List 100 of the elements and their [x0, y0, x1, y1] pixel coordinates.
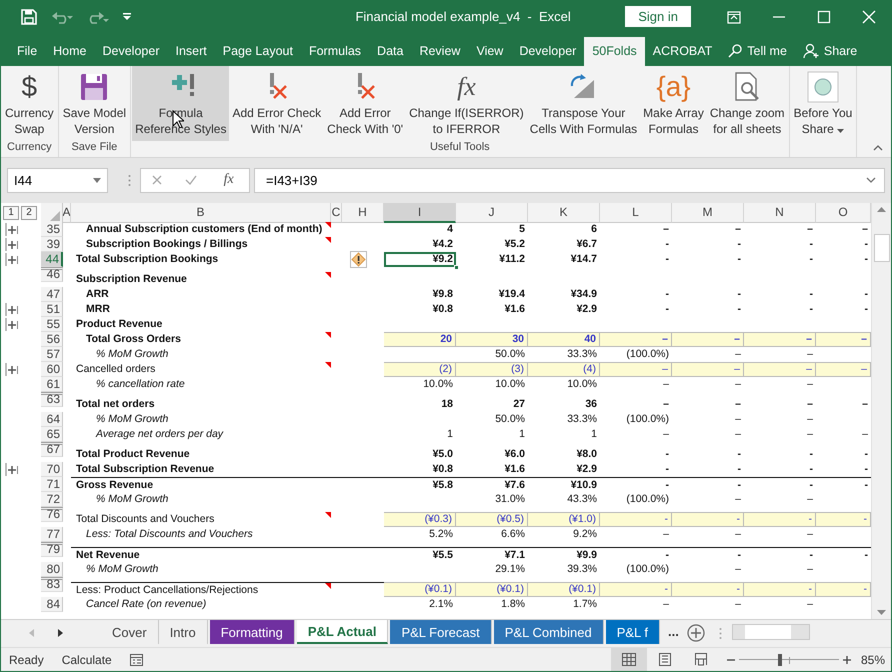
menu-tab[interactable]: 50Folds	[584, 36, 645, 66]
column-header[interactable]: K	[528, 202, 600, 223]
row-number[interactable]: 64	[41, 412, 63, 427]
expand-plus-icon[interactable]	[5, 318, 18, 331]
sheet-tab[interactable]: P&L Actual	[296, 620, 388, 644]
column-header[interactable]: H	[342, 202, 384, 223]
expand-plus-icon[interactable]	[5, 252, 18, 266]
expand-plus-icon[interactable]	[5, 302, 18, 316]
column-header[interactable]: N	[744, 202, 816, 223]
expand-plus-icon[interactable]	[5, 222, 18, 236]
ribbon-display-icon[interactable]	[726, 10, 740, 24]
name-box[interactable]: I44	[7, 168, 108, 193]
column-header[interactable]: O	[816, 202, 871, 223]
ribbon-button[interactable]: Add Error Check With '0'	[324, 66, 406, 141]
insert-function-button[interactable]: fx	[220, 172, 238, 188]
share-button[interactable]: Share	[794, 36, 866, 66]
macro-record-icon[interactable]	[130, 654, 144, 666]
menu-tab[interactable]: Formulas	[300, 36, 370, 66]
row-number[interactable]: 46	[41, 266, 63, 282]
close-icon[interactable]	[862, 10, 876, 24]
menu-tab[interactable]: Page Layout	[214, 36, 301, 66]
maximize-icon[interactable]	[816, 10, 830, 24]
add-sheet-icon[interactable]	[686, 624, 705, 642]
row-number[interactable]: 55	[41, 316, 63, 332]
scroll-thumb[interactable]	[874, 234, 890, 262]
row-number[interactable]: 72	[41, 492, 63, 507]
enter-check-icon[interactable]	[184, 175, 197, 186]
row-number[interactable]: 76	[41, 506, 63, 522]
row-number[interactable]: 61	[41, 376, 63, 392]
ribbon-button[interactable]: $ Currency Swap	[2, 66, 57, 141]
zoom-slider-thumb[interactable]	[778, 654, 782, 666]
sheet-tab[interactable]: Formatting	[210, 620, 295, 644]
expand-plus-icon[interactable]	[5, 462, 18, 476]
row-number[interactable]: 80	[41, 562, 63, 577]
ribbon-button[interactable]: Transpose Your Cells With Formulas	[526, 66, 640, 141]
ribbon-button[interactable]: Change zoom for all sheets	[706, 66, 788, 141]
menu-tab[interactable]: Developer	[511, 36, 584, 66]
row-number[interactable]: 51	[41, 302, 63, 317]
column-header[interactable]: C	[331, 202, 342, 223]
page-break-icon[interactable]	[694, 653, 708, 666]
sheet-tab[interactable]: P&L Combined	[494, 620, 604, 644]
column-header[interactable]: L	[600, 202, 672, 223]
warning-icon[interactable]	[350, 250, 367, 268]
menu-tab[interactable]: View	[468, 36, 512, 66]
row-number[interactable]: 70	[41, 462, 63, 477]
row-number[interactable]: 71	[41, 476, 63, 492]
row-number[interactable]: 60	[41, 362, 63, 377]
next-sheet-icon[interactable]	[58, 629, 63, 638]
sign-in-button[interactable]: Sign in	[625, 6, 691, 28]
row-number[interactable]: 39	[41, 236, 63, 252]
row-number[interactable]: 63	[41, 392, 63, 407]
zoom-in-icon[interactable]	[843, 656, 851, 664]
sheet-tab[interactable]: P&L f	[606, 620, 660, 644]
menu-tab[interactable]: Insert	[167, 36, 215, 66]
row-number[interactable]: 84	[41, 596, 63, 612]
more-sheets-button[interactable]: ...	[660, 620, 687, 640]
row-number[interactable]: 57	[41, 346, 63, 362]
scroll-down-icon[interactable]	[877, 610, 886, 616]
redo-icon[interactable]	[87, 10, 109, 24]
expand-plus-icon[interactable]	[5, 362, 18, 376]
undo-icon[interactable]	[51, 10, 73, 24]
ribbon-button[interactable]: Before You Share	[790, 66, 856, 141]
row-number[interactable]: 67	[41, 442, 63, 457]
scroll-up-icon[interactable]	[877, 206, 886, 212]
menu-tab[interactable]: File	[9, 36, 46, 66]
outline-level-button[interactable]: 1	[3, 206, 19, 220]
menu-tab[interactable]: ACROBAT	[644, 36, 720, 66]
tell-me-button[interactable]: Tell me	[720, 36, 795, 66]
ribbon-button[interactable]: fx Change If(ISERROR) to IFERROR	[406, 66, 527, 141]
column-header[interactable]: I	[384, 202, 456, 223]
customize-caret-icon[interactable]	[123, 12, 131, 21]
column-header[interactable]: J	[456, 202, 528, 223]
sheet-tab[interactable]: P&L Forecast	[390, 620, 492, 644]
row-number[interactable]: 83	[41, 576, 63, 592]
menu-tab[interactable]: Review	[411, 36, 468, 66]
expand-plus-icon[interactable]	[5, 238, 18, 251]
row-number[interactable]: 56	[41, 332, 63, 347]
page-layout-icon[interactable]	[658, 653, 672, 666]
horizontal-scrollbar[interactable]	[732, 624, 810, 640]
column-header[interactable]: B	[71, 202, 331, 223]
row-number[interactable]: 47	[41, 286, 63, 302]
menu-tab[interactable]: Home	[45, 36, 94, 66]
row-number[interactable]: 35	[41, 222, 63, 237]
outline-level-button[interactable]: 2	[21, 206, 37, 220]
ribbon-button[interactable]: Add Error Check With 'N/A'	[229, 66, 324, 141]
collapse-ribbon-icon[interactable]	[873, 144, 883, 151]
ribbon-button[interactable]: Save Model Version	[60, 66, 130, 141]
formula-input[interactable]: =I43+I39	[254, 168, 885, 193]
row-number[interactable]: 77	[41, 526, 63, 542]
table-cell-text: ¥6.0	[504, 446, 526, 462]
menu-tab[interactable]: Developer	[94, 36, 168, 66]
row-number[interactable]: 65	[41, 426, 63, 442]
row-number[interactable]: 44	[41, 252, 63, 267]
row-number[interactable]: 79	[41, 542, 63, 557]
menu-tab[interactable]: Data	[369, 36, 412, 66]
column-header[interactable]: M	[672, 202, 744, 223]
table-cell-text: –	[662, 222, 670, 237]
save-icon[interactable]	[21, 8, 37, 25]
ribbon-button[interactable]: {a} Make Array Formulas	[640, 66, 707, 141]
normal-view-icon[interactable]	[622, 653, 636, 666]
